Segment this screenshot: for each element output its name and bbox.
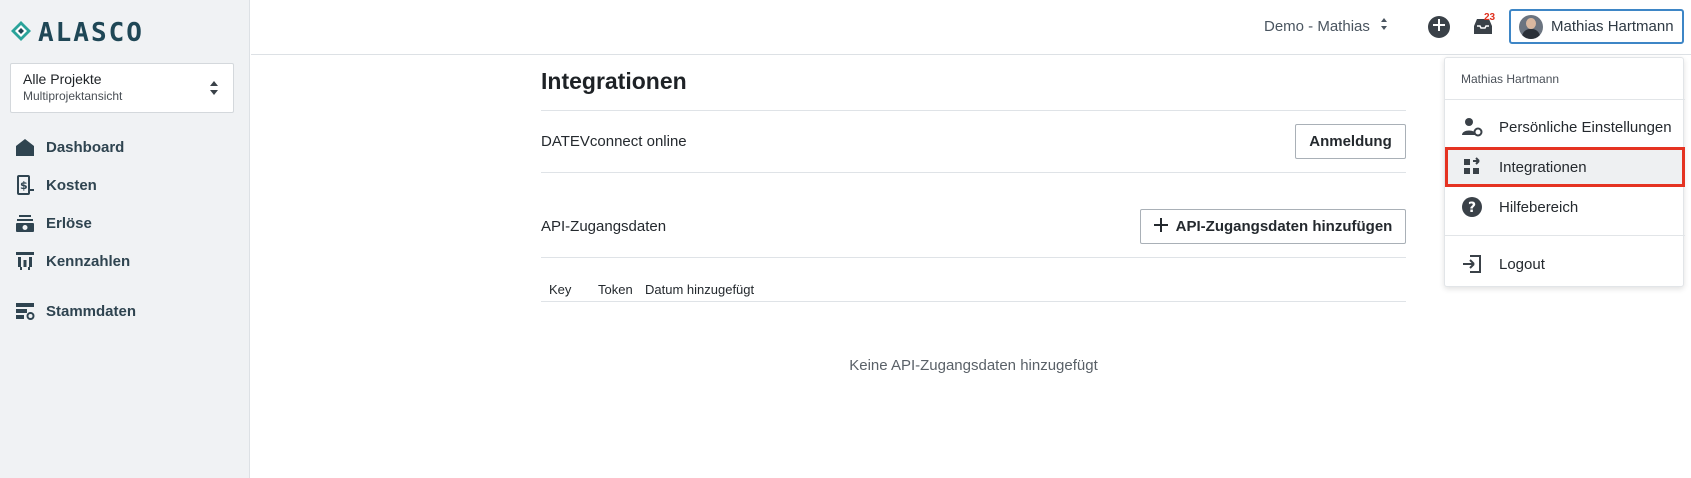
user-settings-icon — [1461, 116, 1483, 138]
logout-icon — [1461, 253, 1483, 275]
environment-label: Demo - Mathias — [1264, 17, 1370, 35]
master-data-icon — [14, 300, 36, 322]
user-name: Mathias Hartmann — [1551, 18, 1674, 35]
dropdown-header: Mathias Hartmann — [1461, 72, 1560, 86]
help-icon: ? — [1461, 196, 1483, 218]
sidebar-item-label: Erlöse — [46, 214, 92, 232]
divider — [1445, 235, 1685, 236]
sort-arrows-icon — [209, 80, 219, 101]
sort-arrows-icon — [1380, 17, 1388, 35]
menu-item-label: Hilfebereich — [1499, 198, 1579, 216]
project-selector-subtitle: Multiprojektansicht — [23, 89, 123, 103]
sidebar-item-stammdaten[interactable]: Stammdaten — [0, 292, 250, 330]
menu-item-personal-settings[interactable]: Persönliche Einstellungen — [1447, 109, 1683, 145]
menu-item-label: Integrationen — [1499, 158, 1587, 176]
menu-item-help[interactable]: ? Hilfebereich — [1447, 189, 1683, 225]
divider — [541, 172, 1406, 173]
menu-item-label: Logout — [1499, 255, 1545, 273]
column-header-key[interactable]: Key — [549, 282, 571, 297]
plus-icon — [1153, 217, 1168, 236]
notification-count-badge: 23 — [1484, 12, 1496, 23]
sidebar-item-erloese[interactable]: Erlöse — [0, 204, 250, 242]
menu-item-integrations[interactable]: Integrationen — [1445, 147, 1685, 187]
sidebar-item-dashboard[interactable]: Dashboard — [0, 128, 250, 166]
svg-text:$: $ — [20, 179, 28, 192]
column-header-date-added[interactable]: Datum hinzugefügt — [645, 282, 754, 297]
inbox-icon — [1472, 19, 1494, 41]
project-selector-title: Alle Projekte — [23, 71, 102, 87]
menu-item-label: Persönliche Einstellungen — [1499, 118, 1672, 136]
divider — [541, 257, 1406, 258]
project-selector[interactable]: Alle Projekte Multiprojektansicht — [10, 63, 234, 113]
menu-item-logout[interactable]: Logout — [1447, 246, 1683, 282]
logo[interactable]: ALASCO — [10, 18, 144, 48]
datev-label: DATEVconnect online — [541, 133, 687, 150]
empty-state-message: Keine API-Zugangsdaten hinzugefügt — [849, 357, 1098, 374]
sidebar-item-label: Kennzahlen — [46, 252, 131, 270]
integrations-icon — [1461, 156, 1483, 178]
datev-login-button[interactable]: Anmeldung — [1295, 124, 1406, 159]
sidebar-nav: Dashboard $ Kosten Erlöse Kennzahlen Sta — [0, 128, 250, 330]
table-header-divider — [541, 301, 1406, 302]
divider — [1445, 99, 1685, 100]
revenue-icon — [14, 212, 36, 234]
sidebar-item-label: Stammdaten — [46, 302, 137, 320]
chart-icon — [14, 250, 36, 272]
divider — [541, 110, 1406, 111]
home-icon — [14, 136, 36, 158]
environment-selector[interactable]: Demo - Mathias — [1264, 17, 1388, 35]
sidebar-item-kennzahlen[interactable]: Kennzahlen — [0, 242, 250, 280]
api-credentials-label: API-Zugangsdaten — [541, 218, 667, 235]
cost-icon: $ — [14, 174, 36, 196]
user-menu-button[interactable]: Mathias Hartmann — [1509, 9, 1684, 44]
column-header-token[interactable]: Token — [598, 282, 633, 297]
logo-text: ALASCO — [38, 18, 144, 48]
add-api-credentials-button[interactable]: API-Zugangsdaten hinzufügen — [1140, 209, 1406, 244]
add-api-credentials-label: API-Zugangsdaten hinzufügen — [1175, 218, 1393, 235]
sidebar-item-kosten[interactable]: $ Kosten — [0, 166, 250, 204]
add-button[interactable] — [1428, 16, 1450, 38]
top-bar: Demo - Mathias 23 Mathias Hartmann — [251, 0, 1691, 55]
sidebar-item-label: Kosten — [46, 176, 97, 194]
plus-icon — [1433, 18, 1445, 36]
alasco-logo-icon — [10, 20, 32, 47]
sidebar: ALASCO Alle Projekte Multiprojektansicht… — [0, 0, 250, 478]
avatar — [1519, 14, 1543, 39]
page-title: Integrationen — [541, 68, 687, 94]
svg-text:?: ? — [1468, 200, 1476, 216]
sidebar-item-label: Dashboard — [46, 138, 125, 156]
user-dropdown-menu: Mathias Hartmann Persönliche Einstellung… — [1444, 57, 1685, 287]
